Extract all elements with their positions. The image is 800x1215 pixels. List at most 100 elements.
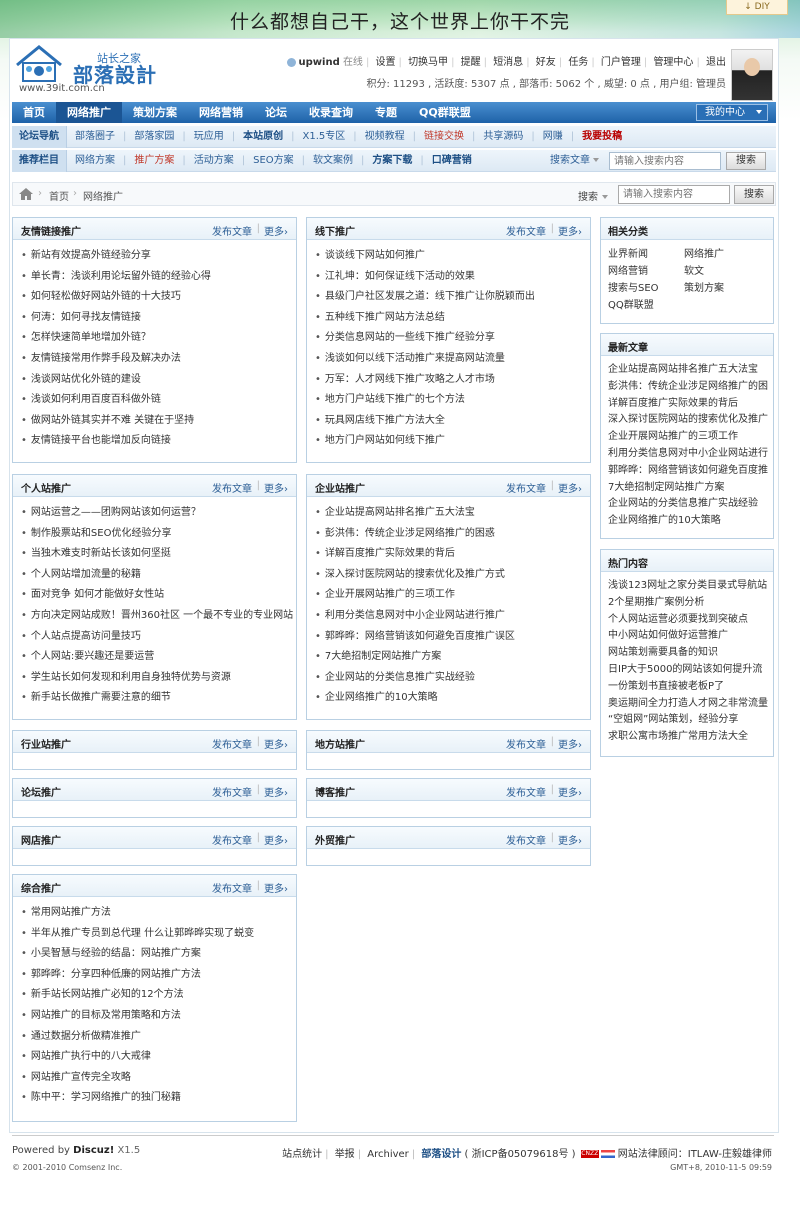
more-link[interactable]: 更多›	[558, 223, 582, 238]
nav-marketing[interactable]: 网络营销	[188, 102, 254, 123]
box-title[interactable]: 企业站推广	[315, 480, 365, 495]
more-link[interactable]: 更多›	[558, 736, 582, 751]
article-link[interactable]: 个人网站运营必须要找到突破点	[608, 612, 773, 629]
article-link[interactable]: 企业网络推广的10大策略	[608, 513, 773, 530]
search-type-select[interactable]: 搜索文章	[550, 150, 599, 172]
article-link[interactable]: 个人网站增加流量的秘籍	[21, 565, 296, 586]
subnav-link[interactable]: 视频教程	[357, 126, 413, 148]
subnav-link[interactable]: 链接交换	[416, 126, 472, 148]
diy-button[interactable]: ↓ DIY	[726, 0, 788, 15]
category-link[interactable]: QQ群联盟	[608, 297, 684, 314]
article-link[interactable]: 分类信息网站的一些线下推广经验分享	[315, 328, 590, 349]
box-title[interactable]: 论坛推广	[21, 784, 61, 799]
home-icon[interactable]	[19, 188, 33, 200]
more-link[interactable]: 更多›	[558, 480, 582, 495]
category-link[interactable]: 搜索与SEO	[608, 280, 684, 297]
subnav-link[interactable]: 活动方案	[186, 150, 242, 172]
subnav-link[interactable]: 口碑营销	[424, 150, 480, 172]
article-link[interactable]: 新手站长做推广需要注意的细节	[21, 688, 296, 709]
article-link[interactable]: 谈谈线下网站如何推广	[315, 246, 590, 267]
publish-link[interactable]: 发布文章	[506, 223, 546, 238]
category-link[interactable]: 策划方案	[684, 280, 760, 297]
article-link[interactable]: 彭洪伟：传统企业涉足网络推广的困惑	[315, 524, 590, 545]
article-link[interactable]: 个人网站:要兴趣还是要运营	[21, 647, 296, 668]
report-link[interactable]: 举报	[335, 1149, 355, 1160]
more-link[interactable]: 更多›	[264, 223, 288, 238]
article-link[interactable]: 网站推广执行中的八大戒律	[21, 1047, 296, 1068]
article-link[interactable]: 郭晔晔：网络营销该如何避免百度推广误区	[315, 627, 590, 648]
article-link[interactable]: 奥运期间全力打造人才网之非常流量	[608, 696, 773, 713]
article-link[interactable]: 浅谈网站优化外链的建设	[21, 370, 296, 391]
nav-index-check[interactable]: 收录查询	[298, 102, 364, 123]
article-link[interactable]: 网站推广宣传完全攻略	[21, 1068, 296, 1089]
more-link[interactable]: 更多›	[264, 480, 288, 495]
article-link[interactable]: 网站推广的目标及常用策略和方法	[21, 1006, 296, 1027]
article-link[interactable]: 方向决定网站成败！晋州360社区 一个最不专业的专业网站	[21, 606, 296, 627]
username-link[interactable]: upwind	[299, 57, 340, 68]
article-link[interactable]: 陈中平：学习网络推广的独门秘籍	[21, 1088, 296, 1109]
logout-link[interactable]: 退出	[706, 57, 726, 68]
subnav-link[interactable]: 网络方案	[67, 150, 123, 172]
box-title[interactable]: 个人站推广	[21, 480, 71, 495]
nav-topics[interactable]: 专题	[364, 102, 408, 123]
article-link[interactable]: 企业网站的分类信息推广实战经验	[608, 496, 773, 513]
subnav-link[interactable]: 方案下载	[364, 150, 420, 172]
article-link[interactable]: 深入探讨医院网站的搜索优化及推广方式	[315, 565, 590, 586]
site-name-link[interactable]: 部落设计	[421, 1149, 461, 1160]
article-link[interactable]: 企业开展网站推广的三项工作	[608, 429, 773, 446]
breadcrumb-home[interactable]: 首页	[49, 188, 69, 203]
box-title[interactable]: 博客推广	[315, 784, 355, 799]
more-link[interactable]: 更多›	[264, 880, 288, 895]
site-logo[interactable]: 站长之家 部落設計 www.39it.com.cn	[15, 43, 165, 99]
article-link[interactable]: 郭晔晔：网络营销该如何避免百度推	[608, 463, 773, 480]
subnav-link[interactable]: 本站原创	[235, 126, 291, 148]
subnav-link[interactable]: X1.5专区	[295, 126, 354, 148]
my-center-dropdown[interactable]: 我的中心	[696, 104, 768, 121]
subnav-link[interactable]: 共享源码	[475, 126, 531, 148]
article-link[interactable]: 企业站提高网站排名推广五大法宝	[315, 503, 590, 524]
article-link[interactable]: 彭洪伟：传统企业涉足网络推广的困	[608, 379, 773, 396]
article-link[interactable]: 何涛：如何寻找友情链接	[21, 308, 296, 329]
portal-admin-link[interactable]: 门户管理	[601, 57, 641, 68]
publish-link[interactable]: 发布文章	[506, 480, 546, 495]
article-link[interactable]: 浅谈123网址之家分类目录式导航站	[608, 578, 773, 595]
article-link[interactable]: 通过数据分析做精准推广	[21, 1027, 296, 1048]
article-link[interactable]: 浅谈如何利用百度百科做外链	[21, 390, 296, 411]
article-link[interactable]: 当独木难支时新站长该如何坚挺	[21, 544, 296, 565]
article-link[interactable]: 万军：人才网线下推广攻略之人才市场	[315, 370, 590, 391]
article-link[interactable]: 企业站提高网站排名推广五大法宝	[608, 362, 773, 379]
article-link[interactable]: 如何轻松做好网站外链的十大技巧	[21, 287, 296, 308]
nav-planning[interactable]: 策划方案	[122, 102, 188, 123]
discuz-link[interactable]: Discuz!	[73, 1145, 114, 1156]
article-link[interactable]: 小吴智慧与经验的结晶：网站推广方案	[21, 944, 296, 965]
article-link[interactable]: “空姐网”网站策划，经验分享	[608, 712, 773, 729]
reminders-link[interactable]: 提醒	[461, 57, 481, 68]
article-link[interactable]: 一份策划书直接被老板P了	[608, 679, 773, 696]
article-link[interactable]: 制作股票站和SEO优化经验分享	[21, 524, 296, 545]
box-title[interactable]: 综合推广	[21, 880, 61, 895]
article-link[interactable]: 个人站点提高访问量技巧	[21, 627, 296, 648]
article-link[interactable]: 五种线下推广网站方法总结	[315, 308, 590, 329]
publish-link[interactable]: 发布文章	[506, 784, 546, 799]
more-link[interactable]: 更多›	[558, 832, 582, 847]
subnav-link[interactable]: 部落家园	[126, 126, 182, 148]
article-link[interactable]: 做网站外链其实并不难 关键在于坚持	[21, 411, 296, 432]
more-link[interactable]: 更多›	[264, 784, 288, 799]
article-link[interactable]: 7大绝招制定网站推广方案	[608, 480, 773, 497]
subnav-link[interactable]: 部落圈子	[67, 126, 123, 148]
category-link[interactable]: 软文	[684, 263, 760, 280]
category-link[interactable]: 网络营销	[608, 263, 684, 280]
subnav-link[interactable]: 玩应用	[186, 126, 232, 148]
search-button[interactable]: 搜索	[726, 152, 766, 170]
icp-link[interactable]: ( 浙ICP备05079618号 )	[465, 1149, 576, 1160]
publish-link[interactable]: 发布文章	[212, 832, 252, 847]
cnzz-badge[interactable]: CNZZ	[580, 1150, 599, 1158]
article-link[interactable]: 常用网站推广方法	[21, 903, 296, 924]
subnav-link[interactable]: SEO方案	[245, 150, 302, 172]
article-link[interactable]: 详解百度推广实际效果的背后	[608, 396, 773, 413]
more-link[interactable]: 更多›	[558, 784, 582, 799]
subnav-link[interactable]: 推广方案	[126, 150, 182, 172]
tasks-link[interactable]: 任务	[568, 57, 588, 68]
article-link[interactable]: 7大绝招制定网站推广方案	[315, 647, 590, 668]
category-link[interactable]: 网络推广	[684, 246, 760, 263]
